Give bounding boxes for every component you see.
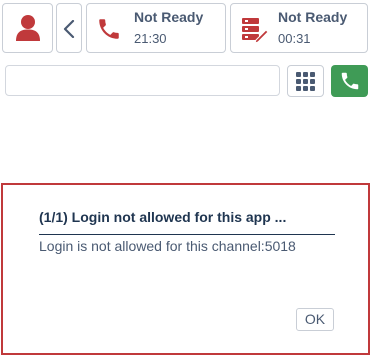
work-item-icon bbox=[242, 18, 268, 43]
voice-status-title: Not Ready bbox=[134, 9, 204, 25]
back-button[interactable] bbox=[56, 3, 82, 53]
work-item-status-time: 00:31 bbox=[278, 31, 311, 46]
chevron-left-icon bbox=[63, 20, 75, 38]
user-icon bbox=[16, 15, 40, 41]
dialog-divider bbox=[39, 234, 335, 235]
keypad-button[interactable] bbox=[287, 65, 324, 97]
work-item-status-button[interactable]: Not Ready 00:31 bbox=[230, 3, 368, 53]
voice-status-button[interactable]: Not Ready 21:30 bbox=[86, 3, 226, 53]
error-dialog: (1/1) Login not allowed for this app ...… bbox=[1, 183, 370, 355]
ok-button[interactable]: OK bbox=[296, 308, 334, 331]
call-button[interactable] bbox=[331, 65, 368, 97]
voice-status-time: 21:30 bbox=[134, 31, 167, 46]
dialog-title: (1/1) Login not allowed for this app ... bbox=[39, 209, 287, 225]
dial-input[interactable] bbox=[5, 65, 280, 96]
phone-icon bbox=[341, 72, 359, 90]
work-item-status-title: Not Ready bbox=[278, 9, 348, 25]
dialog-message: Login is not allowed for this channel:50… bbox=[39, 238, 296, 254]
user-button[interactable] bbox=[2, 3, 53, 53]
phone-icon bbox=[99, 19, 119, 39]
keypad-icon bbox=[296, 72, 315, 91]
